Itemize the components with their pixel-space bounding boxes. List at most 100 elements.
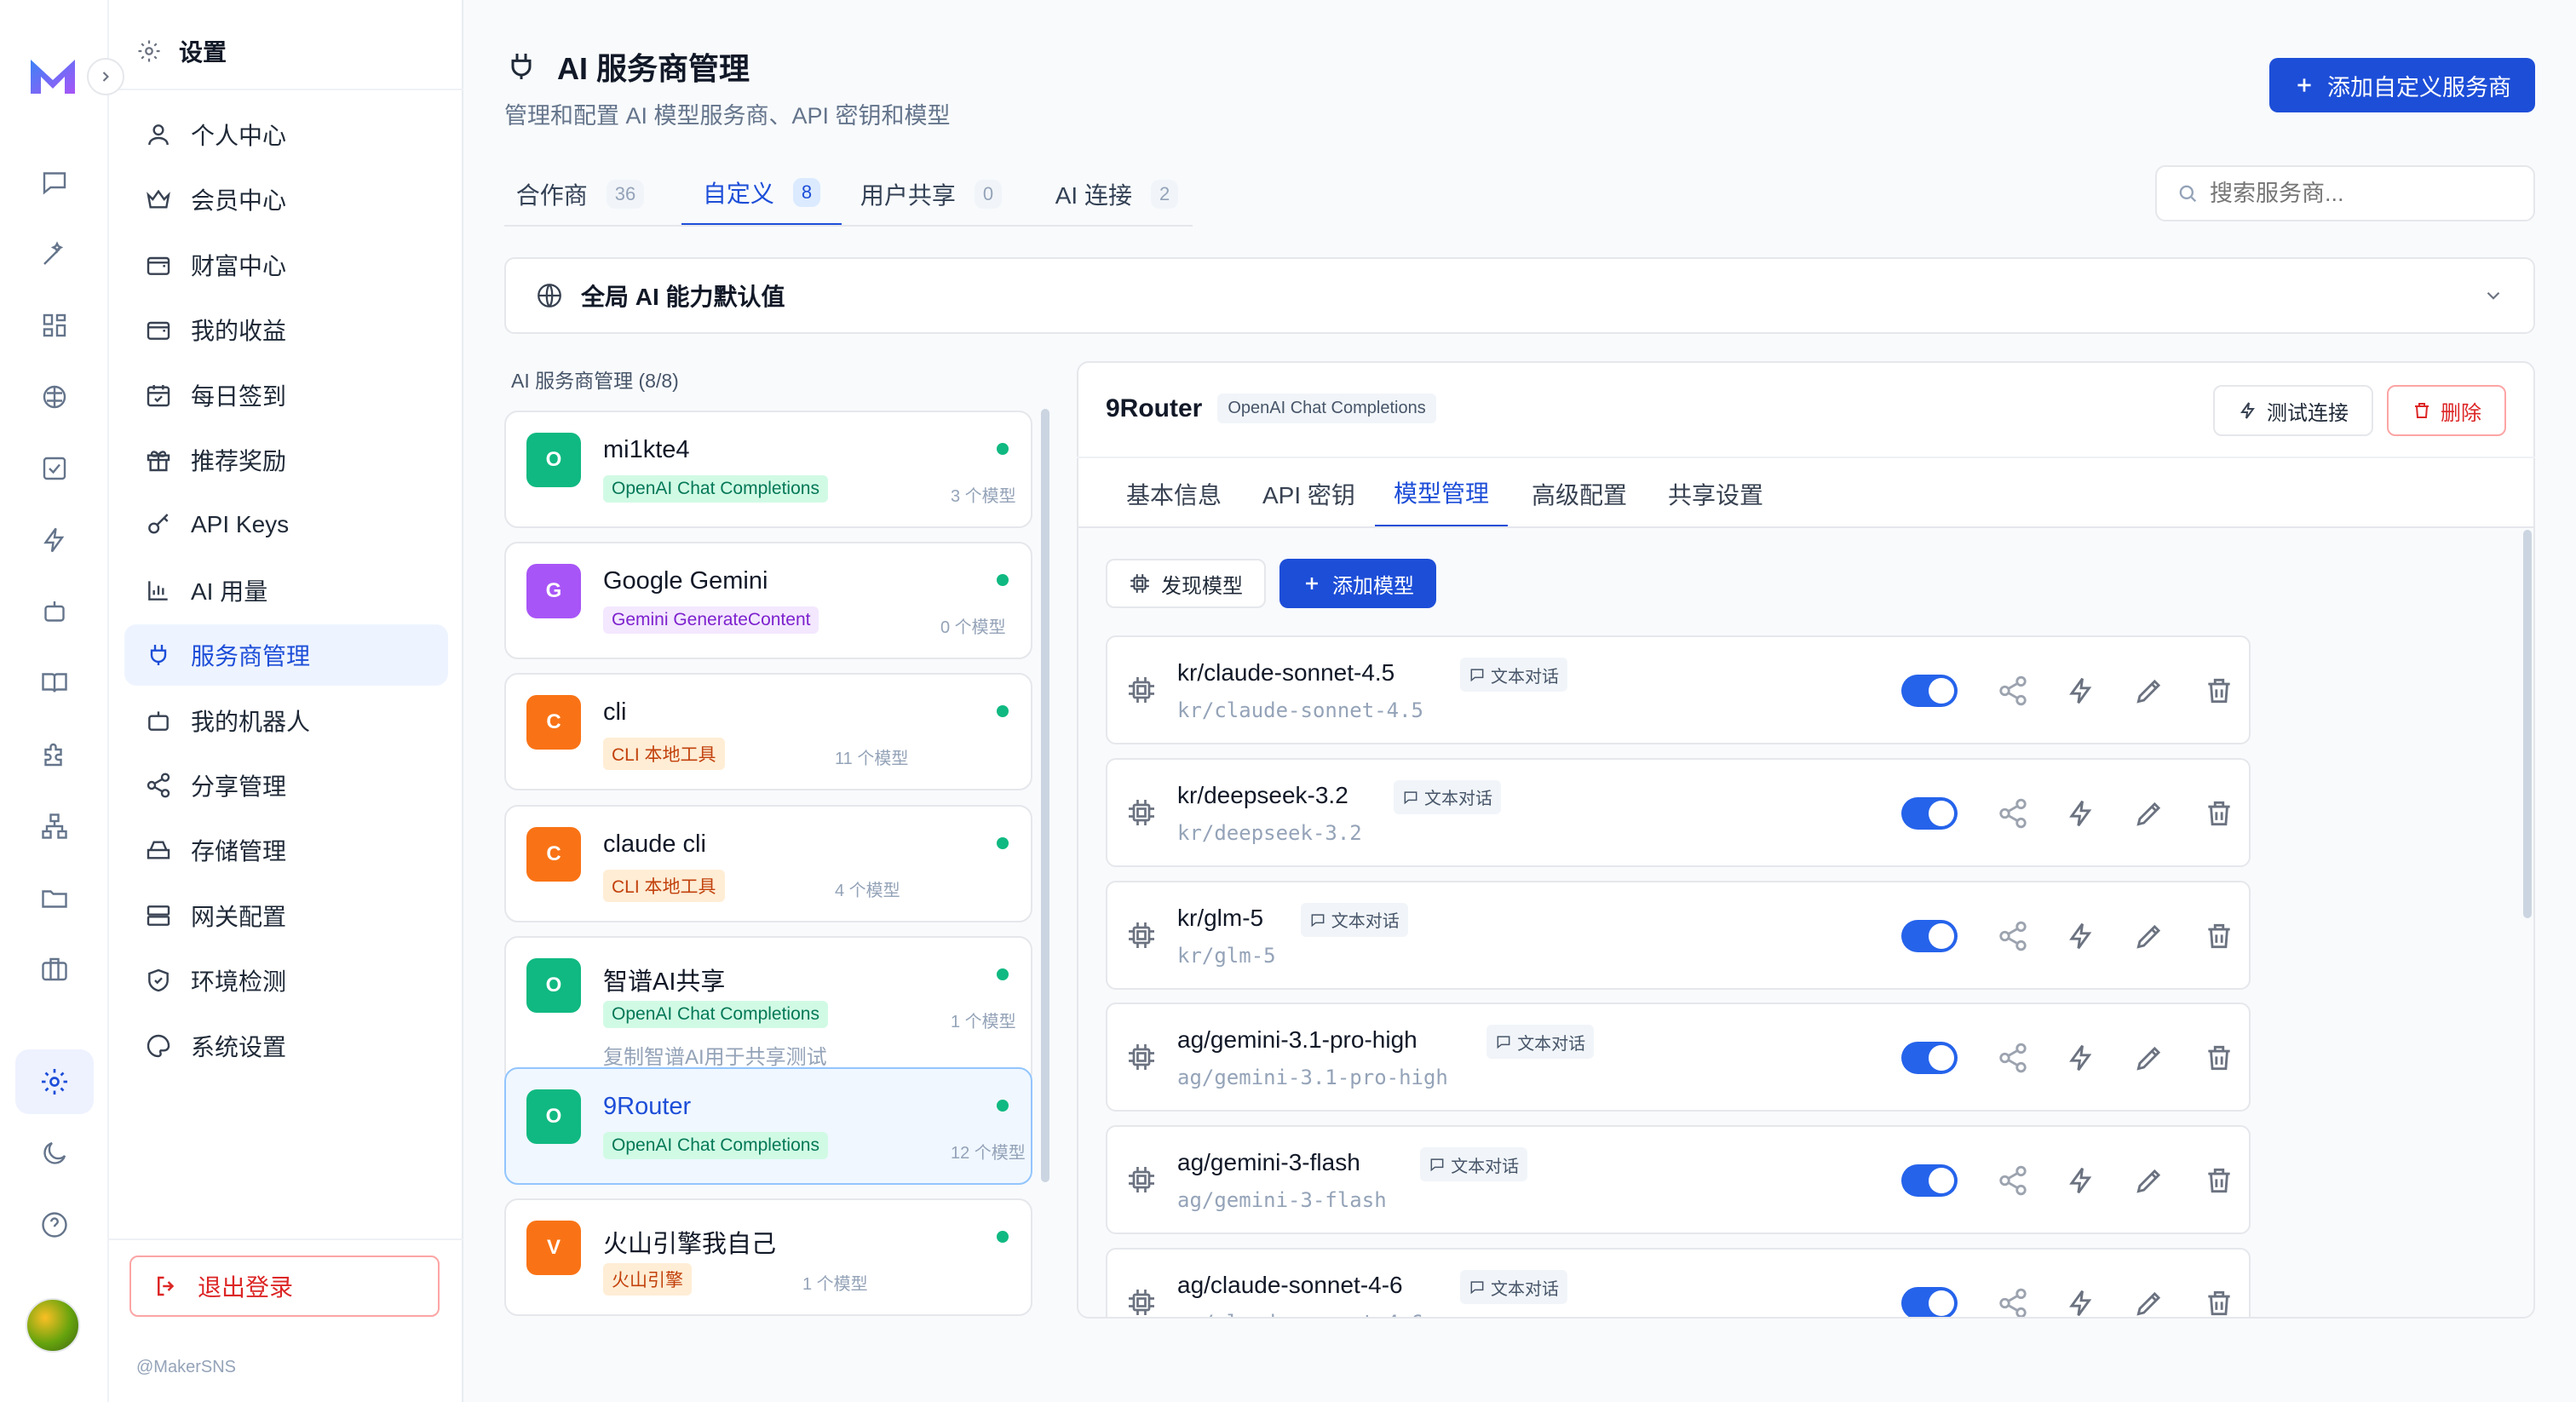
lightning-icon bbox=[2069, 677, 2092, 704]
model-tag: 文本对话 bbox=[1300, 902, 1408, 937]
test-model-button[interactable] bbox=[2065, 1042, 2097, 1074]
model-row: kr/glm-5 文本对话 kr/glm-5 bbox=[1106, 880, 2251, 990]
message-icon bbox=[1430, 1158, 1444, 1172]
model-id: ag/gemini-3.1-pro-high bbox=[1177, 1066, 1448, 1090]
delete-model-button[interactable] bbox=[2203, 675, 2235, 707]
model-enabled-toggle[interactable] bbox=[1901, 1287, 1958, 1317]
model-id: ag/claude-sonnet-4-6 bbox=[1177, 1311, 1423, 1317]
lightning-icon bbox=[2069, 800, 2092, 826]
trash-icon bbox=[2208, 923, 2230, 948]
test-model-button[interactable] bbox=[2065, 675, 2097, 707]
model-tag-label: 文本对话 bbox=[1451, 1157, 1520, 1176]
trash-icon bbox=[2208, 1046, 2230, 1071]
model-enabled-toggle[interactable] bbox=[1901, 919, 1958, 952]
pencil-icon bbox=[2136, 1291, 2161, 1316]
model-id: kr/glm-5 bbox=[1177, 943, 1276, 968]
test-model-button[interactable] bbox=[2065, 797, 2097, 830]
model-row: ag/gemini-3-flash 文本对话 ag/gemini-3-flash bbox=[1106, 1125, 2251, 1235]
share-model-button[interactable] bbox=[1997, 797, 2029, 830]
detail-scrollbar[interactable] bbox=[2523, 530, 2532, 918]
model-tag-label: 文本对话 bbox=[1517, 1034, 1586, 1054]
lightning-icon bbox=[2069, 1290, 2092, 1317]
model-row: kr/deepseek-3.2 文本对话 kr/deepseek-3.2 bbox=[1106, 757, 2251, 867]
edit-model-button[interactable] bbox=[2133, 675, 2165, 707]
model-id: kr/deepseek-3.2 bbox=[1177, 820, 1362, 845]
share-icon bbox=[1999, 921, 2027, 951]
trash-icon bbox=[2208, 801, 2230, 825]
model-tag: 文本对话 bbox=[1460, 1270, 1567, 1304]
model-id: ag/gemini-3-flash bbox=[1177, 1188, 1387, 1213]
edit-model-button[interactable] bbox=[2133, 1042, 2165, 1074]
message-icon bbox=[1404, 791, 1417, 805]
delete-model-button[interactable] bbox=[2203, 920, 2235, 952]
delete-model-button[interactable] bbox=[2203, 1164, 2235, 1197]
model-tag-label: 文本对话 bbox=[1491, 667, 1559, 687]
share-icon bbox=[1999, 798, 2027, 829]
share-model-button[interactable] bbox=[1997, 1164, 2029, 1197]
model-list: kr/claude-sonnet-4.5 文本对话 kr/claude-sonnet… bbox=[0, 0, 2535, 1317]
test-model-button[interactable] bbox=[2065, 920, 2097, 952]
model-enabled-toggle[interactable] bbox=[1901, 1042, 1958, 1075]
share-model-button[interactable] bbox=[1997, 1287, 2029, 1317]
edit-model-button[interactable] bbox=[2133, 1164, 2165, 1197]
edit-model-button[interactable] bbox=[2133, 1287, 2165, 1317]
model-name: kr/claude-sonnet-4.5 bbox=[1177, 659, 1395, 686]
collapse-toggle[interactable] bbox=[87, 58, 124, 95]
delete-model-button[interactable] bbox=[2203, 1287, 2235, 1317]
pencil-icon bbox=[2136, 679, 2161, 704]
model-name: ag/gemini-3-flash bbox=[1177, 1149, 1360, 1176]
message-icon bbox=[1311, 914, 1325, 927]
test-model-button[interactable] bbox=[2065, 1164, 2097, 1197]
model-enabled-toggle[interactable] bbox=[1901, 675, 1958, 707]
share-model-button[interactable] bbox=[1997, 1042, 2029, 1074]
model-name: ag/claude-sonnet-4-6 bbox=[1177, 1272, 1403, 1298]
lightning-icon bbox=[2069, 1045, 2092, 1072]
model-enabled-toggle[interactable] bbox=[1901, 1164, 1958, 1198]
cpu-icon bbox=[1129, 1290, 1154, 1315]
test-model-button[interactable] bbox=[2065, 1287, 2097, 1317]
chevron-right-icon bbox=[102, 72, 109, 82]
model-name: ag/gemini-3.1-pro-high bbox=[1177, 1026, 1417, 1054]
trash-icon bbox=[2208, 1290, 2230, 1316]
model-row: kr/claude-sonnet-4.5 文本对话 kr/claude-sonnet… bbox=[1106, 635, 2251, 744]
cpu-icon bbox=[1129, 922, 1154, 948]
share-icon bbox=[1999, 675, 2027, 706]
share-icon bbox=[1999, 1043, 2027, 1073]
model-tag-label: 文本对话 bbox=[1491, 1279, 1559, 1299]
model-tag: 文本对话 bbox=[1394, 779, 1501, 814]
cpu-icon bbox=[1129, 1044, 1154, 1071]
share-model-button[interactable] bbox=[1997, 675, 2029, 707]
cpu-icon bbox=[1129, 677, 1154, 703]
pencil-icon bbox=[2136, 802, 2161, 826]
model-tag: 文本对话 bbox=[1460, 658, 1567, 692]
cpu-icon bbox=[1129, 799, 1154, 825]
pencil-icon bbox=[2136, 1047, 2161, 1072]
share-icon bbox=[1999, 1288, 2027, 1317]
footer-text: @MakerSNS bbox=[136, 1358, 236, 1376]
delete-model-button[interactable] bbox=[2203, 1042, 2235, 1074]
edit-model-button[interactable] bbox=[2133, 797, 2165, 830]
model-tag-label: 文本对话 bbox=[1331, 912, 1400, 932]
model-row: ag/claude-sonnet-4-6 文本对话 ag/claude-sonnet… bbox=[1106, 1248, 2251, 1317]
delete-model-button[interactable] bbox=[2203, 797, 2235, 830]
message-icon bbox=[1470, 1281, 1484, 1295]
lightning-icon bbox=[2069, 922, 2092, 949]
message-icon bbox=[1497, 1036, 1510, 1049]
pencil-icon bbox=[2136, 924, 2161, 949]
model-id: kr/claude-sonnet-4.5 bbox=[1177, 698, 1423, 722]
model-enabled-toggle[interactable] bbox=[1901, 796, 1958, 830]
share-model-button[interactable] bbox=[1997, 920, 2029, 952]
edit-model-button[interactable] bbox=[2133, 920, 2165, 952]
message-icon bbox=[1470, 669, 1484, 682]
model-name: kr/glm-5 bbox=[1177, 904, 1264, 931]
model-name: kr/deepseek-3.2 bbox=[1177, 781, 1348, 808]
model-tag-label: 文本对话 bbox=[1424, 790, 1492, 809]
model-row: ag/gemini-3.1-pro-high 文本对话 ag/gemini-3.1-… bbox=[1106, 1003, 2251, 1112]
trash-icon bbox=[2208, 678, 2230, 704]
share-icon bbox=[1999, 1165, 2027, 1196]
cpu-icon bbox=[1129, 1167, 1154, 1193]
model-tag: 文本对话 bbox=[1486, 1025, 1595, 1060]
model-tag: 文本对话 bbox=[1420, 1147, 1528, 1182]
lightning-icon bbox=[2069, 1168, 2092, 1194]
trash-icon bbox=[2208, 1169, 2230, 1193]
